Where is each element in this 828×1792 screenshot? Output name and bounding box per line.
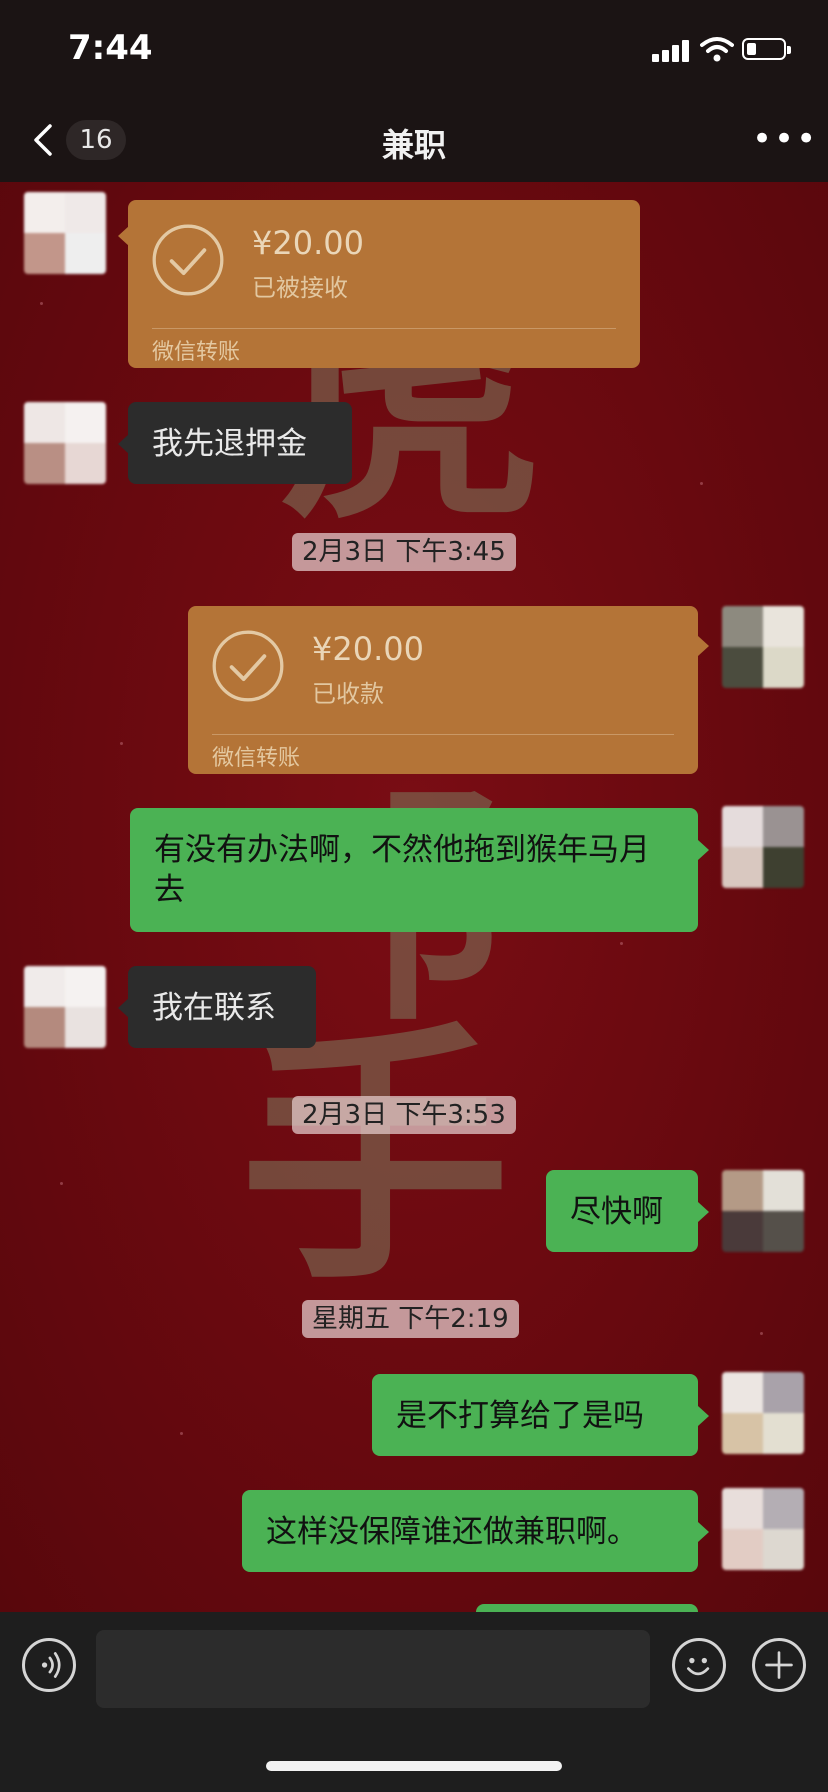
transfer-source: 微信转账	[152, 340, 241, 365]
check-icon	[152, 224, 224, 296]
battery-icon	[742, 38, 791, 60]
avatar[interactable]	[24, 192, 106, 274]
transfer-card[interactable]: ¥20.00 已收款 微信转账	[188, 606, 698, 774]
avatar[interactable]	[24, 402, 106, 484]
transfer-amount: ¥20.00	[252, 224, 364, 262]
status-bar: 7:44	[0, 0, 828, 100]
check-icon	[212, 630, 284, 702]
my-avatar[interactable]	[722, 806, 804, 888]
wifi-icon	[700, 37, 734, 62]
my-avatar[interactable]	[722, 1372, 804, 1454]
message-input[interactable]	[96, 1630, 650, 1708]
transfer-source: 微信转账	[212, 746, 301, 771]
message-bubble[interactable]: 我在联系	[128, 966, 316, 1048]
more-dots-icon[interactable]: •••	[752, 122, 816, 158]
home-indicator[interactable]	[266, 1761, 562, 1771]
plus-icon[interactable]	[752, 1638, 806, 1692]
my-avatar[interactable]	[722, 606, 804, 688]
chat-title: 兼职	[381, 126, 446, 164]
message-bubble[interactable]: 是不打算给了是吗	[372, 1374, 698, 1456]
message-bubble[interactable]: 我先退押金	[128, 402, 352, 484]
voice-icon[interactable]	[22, 1638, 76, 1692]
my-avatar[interactable]	[722, 1488, 804, 1570]
message-bubble-partial	[476, 1604, 698, 1612]
nav-bar: 16 兼职 •••	[0, 100, 828, 182]
avatar[interactable]	[24, 966, 106, 1048]
emoji-icon[interactable]	[672, 1638, 726, 1692]
message-bubble[interactable]: 有没有办法啊，不然他拖到猴年马月去	[130, 808, 698, 932]
transfer-amount: ¥20.00	[312, 630, 424, 668]
my-avatar[interactable]	[722, 1170, 804, 1252]
message-bubble[interactable]: 尽快啊	[546, 1170, 698, 1252]
message-bubble[interactable]: 这样没保障谁还做兼职啊。	[242, 1490, 698, 1572]
transfer-card[interactable]: ¥20.00 已被接收 微信转账	[128, 200, 640, 368]
timestamp: 星期五 下午2:19	[302, 1300, 519, 1338]
signal-icon	[652, 40, 692, 62]
timestamp: 2月3日 下午3:53	[292, 1096, 516, 1134]
transfer-state: 已收款	[312, 680, 384, 708]
timestamp: 2月3日 下午3:45	[292, 533, 516, 571]
transfer-state: 已被接收	[252, 274, 348, 302]
background-calligraphy: ⼿	[240, 998, 510, 1316]
status-time: 7:44	[68, 28, 153, 68]
